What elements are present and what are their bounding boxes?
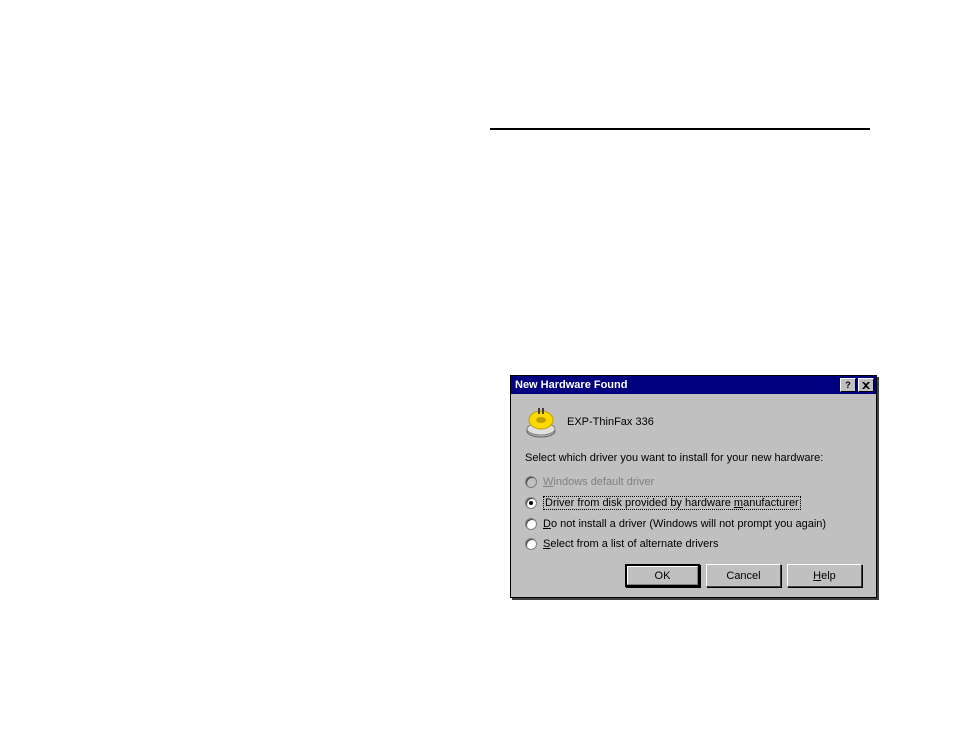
radio-row-do-not-install[interactable]: Do not install a driver (Windows will no… [525,518,862,530]
help-titlebar-button[interactable]: ? [840,378,856,392]
dialog-body: EXP-ThinFax 336 Select which driver you … [511,394,876,597]
radio-select-from-list[interactable] [525,538,537,550]
dialog-title: New Hardware Found [515,379,838,391]
ok-button[interactable]: OK [625,564,700,587]
new-hardware-dialog: New Hardware Found ? [510,375,877,598]
radio-label-from-disk[interactable]: Driver from disk provided by hardware ma… [543,496,801,510]
close-titlebar-button[interactable] [858,378,874,392]
close-icon [862,382,870,389]
radio-row-select-from-list[interactable]: Select from a list of alternate drivers [525,538,862,550]
radio-row-from-disk[interactable]: Driver from disk provided by hardware ma… [525,496,862,510]
titlebar-buttons: ? [838,378,874,392]
hardware-icon [525,406,557,438]
radio-label-select-from-list[interactable]: Select from a list of alternate drivers [543,538,718,550]
help-button[interactable]: Help [787,564,862,587]
cancel-button[interactable]: Cancel [706,564,781,587]
divider-rule [490,128,870,130]
hardware-name: EXP-ThinFax 336 [567,416,654,428]
titlebar: New Hardware Found ? [511,376,876,394]
radio-do-not-install[interactable] [525,518,537,530]
radio-dot-icon [529,501,533,505]
radio-label-windows-default: Windows default driver [543,476,654,488]
radio-row-windows-default: Windows default driver [525,476,862,488]
hardware-row: EXP-ThinFax 336 [525,406,862,438]
radio-windows-default [525,476,537,488]
radio-label-do-not-install[interactable]: Do not install a driver (Windows will no… [543,518,826,530]
button-row: OK Cancel Help [525,564,862,587]
radio-from-disk[interactable] [525,497,537,509]
instruction-text: Select which driver you want to install … [525,452,862,464]
